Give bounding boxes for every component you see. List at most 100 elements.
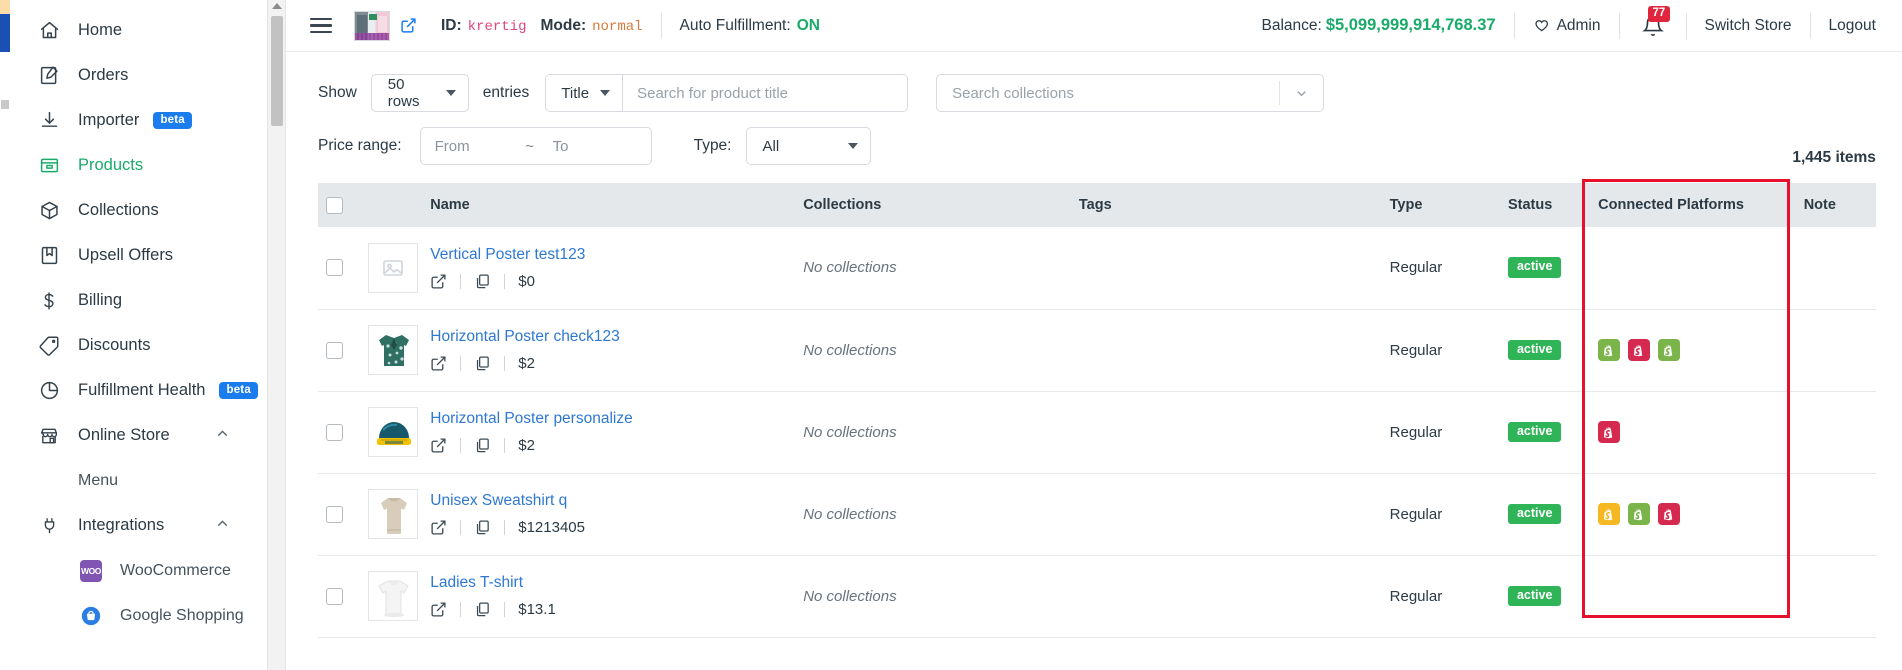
collections-search-input[interactable] xyxy=(937,84,1280,102)
shopify-platform-icon-green[interactable] xyxy=(1658,339,1681,361)
sidebar-item-label: Online Store xyxy=(78,426,170,444)
logout-button[interactable]: Logout xyxy=(1829,17,1876,35)
scrollbar-thumb[interactable] xyxy=(271,16,283,126)
product-name-link[interactable]: Ladies T-shirt xyxy=(430,574,523,592)
duplicate-icon[interactable] xyxy=(474,355,491,372)
sidebar-item-online-store[interactable]: Online Store xyxy=(10,413,267,458)
chevron-down-icon[interactable] xyxy=(1280,86,1323,101)
header-status[interactable]: Status xyxy=(1499,183,1591,227)
duplicate-icon[interactable] xyxy=(474,437,491,454)
sidebar-item-collections[interactable]: Collections xyxy=(10,188,267,233)
shopify-platform-icon-crimson[interactable] xyxy=(1658,503,1681,525)
table-row[interactable]: Horizontal Poster personalize $2 No collec… xyxy=(318,391,1876,474)
sidebar-item-upsell-offers[interactable]: Upsell Offers xyxy=(10,233,267,278)
collections-value: No collections xyxy=(803,259,897,277)
product-actions: $0 xyxy=(430,273,787,290)
table-header-row: Name Collections Tags Type Status Connec… xyxy=(318,183,1876,227)
open-external-icon[interactable] xyxy=(430,601,447,618)
sidebar-item-menu[interactable]: Menu xyxy=(10,458,267,503)
type-value: All xyxy=(762,137,780,155)
search-input[interactable] xyxy=(623,75,908,111)
header-collections[interactable]: Collections xyxy=(795,183,1071,227)
row-tags-cell xyxy=(1070,227,1382,310)
table-row[interactable]: Ladies T-shirt $13.1 No collections Regular… xyxy=(318,555,1876,638)
table-row[interactable]: Vertical Poster test123 $0 No collections R… xyxy=(318,227,1876,310)
duplicate-icon[interactable] xyxy=(474,273,491,290)
id-value: krertig xyxy=(467,18,527,35)
collections-cube-icon xyxy=(36,200,62,222)
sidebar-item-orders[interactable]: Orders xyxy=(10,53,267,98)
chevron-down-icon xyxy=(847,143,858,149)
chevron-up-icon[interactable] xyxy=(214,515,231,537)
thumb-header xyxy=(360,183,423,227)
open-external-icon[interactable] xyxy=(430,437,447,454)
sidebar-item-woocommerce[interactable]: WOO WooCommerce xyxy=(10,548,267,593)
open-external-icon[interactable] xyxy=(430,519,447,536)
pie-chart-icon xyxy=(36,380,62,402)
products-table: Name Collections Tags Type Status Connec… xyxy=(318,183,1876,638)
open-external-icon[interactable] xyxy=(430,355,447,372)
product-actions: $13.1 xyxy=(430,601,787,618)
menu-toggle-icon[interactable] xyxy=(310,17,332,34)
product-price: $0 xyxy=(518,272,535,290)
chevron-up-icon[interactable] xyxy=(214,425,231,447)
header-note[interactable]: Note xyxy=(1795,183,1876,227)
product-name-link[interactable]: Vertical Poster test123 xyxy=(430,246,585,264)
collections-search-box[interactable] xyxy=(936,74,1325,112)
price-from-input[interactable] xyxy=(420,137,521,155)
header-connected-platforms[interactable]: Connected Platforms xyxy=(1590,183,1796,227)
sidebar-item-billing[interactable]: Billing xyxy=(10,278,267,323)
product-actions: $2 xyxy=(430,437,787,454)
rows-per-page-select[interactable]: 50 rows xyxy=(370,74,469,112)
header-type[interactable]: Type xyxy=(1381,183,1500,227)
shopify-platform-icon-yellow[interactable] xyxy=(1598,503,1621,525)
notifications-button[interactable]: 77 xyxy=(1638,5,1671,37)
download-icon xyxy=(36,110,62,132)
sidebar-item-integrations[interactable]: Integrations xyxy=(10,503,267,548)
switch-store-button[interactable]: Switch Store xyxy=(1705,17,1792,35)
search-field-select[interactable]: Title xyxy=(546,75,624,111)
shopify-platform-icon-green[interactable] xyxy=(1628,503,1651,525)
sidebar-item-importer[interactable]: Importer beta xyxy=(10,98,267,143)
duplicate-icon[interactable] xyxy=(474,519,491,536)
row-note-cell xyxy=(1795,391,1876,474)
open-store-external-link-icon[interactable] xyxy=(400,17,417,34)
row-checkbox[interactable] xyxy=(326,341,343,359)
select-all-header xyxy=(318,183,361,227)
select-all-checkbox[interactable] xyxy=(326,196,343,214)
product-thumbnail xyxy=(368,242,419,293)
scroll-up-arrow-icon[interactable] xyxy=(272,3,282,9)
sidebar-item-discounts[interactable]: Discounts xyxy=(10,323,267,368)
collections-value: No collections xyxy=(803,505,897,523)
shopify-platform-icon-green[interactable] xyxy=(1598,339,1621,361)
duplicate-icon[interactable] xyxy=(474,601,491,618)
header-name[interactable]: Name xyxy=(422,183,796,227)
sidebar-item-home[interactable]: Home xyxy=(10,8,267,53)
shopify-platform-icon-crimson[interactable] xyxy=(1598,421,1621,443)
table-row[interactable]: Unisex Sweatshirt q $1213405 No collection… xyxy=(318,473,1876,556)
row-checkbox[interactable] xyxy=(326,505,343,523)
sidebar-item-fulfillment-health[interactable]: Fulfillment Health beta xyxy=(10,368,267,413)
row-checkbox[interactable] xyxy=(326,587,343,605)
product-name-link[interactable]: Horizontal Poster personalize xyxy=(430,410,632,428)
header-tags[interactable]: Tags xyxy=(1070,183,1382,227)
sidebar-item-products[interactable]: Products xyxy=(10,143,267,188)
price-to-input[interactable] xyxy=(538,137,639,155)
shopify-platform-icon-crimson[interactable] xyxy=(1628,339,1651,361)
sidebar-item-google-shopping[interactable]: Google Shopping xyxy=(10,593,267,638)
table-row[interactable]: Horizontal Poster check123 $2 No collectio… xyxy=(318,309,1876,392)
row-type-cell: Regular xyxy=(1381,309,1500,392)
product-name-link[interactable]: Horizontal Poster check123 xyxy=(430,328,620,346)
admin-button[interactable]: Admin xyxy=(1533,17,1601,35)
type-select[interactable]: All xyxy=(745,127,871,165)
filters-panel: Show 50 rows entries Title Search for pr… xyxy=(318,52,1876,166)
product-name-link[interactable]: Unisex Sweatshirt q xyxy=(430,492,567,510)
row-checkbox[interactable] xyxy=(326,259,343,277)
open-external-icon[interactable] xyxy=(430,273,447,290)
row-type-cell: Regular xyxy=(1381,391,1500,474)
row-checkbox[interactable] xyxy=(326,423,343,441)
row-connected-platforms-cell xyxy=(1590,555,1796,638)
plug-icon xyxy=(36,515,62,537)
page-scrollbar[interactable] xyxy=(268,0,286,670)
dollar-icon xyxy=(36,290,62,312)
